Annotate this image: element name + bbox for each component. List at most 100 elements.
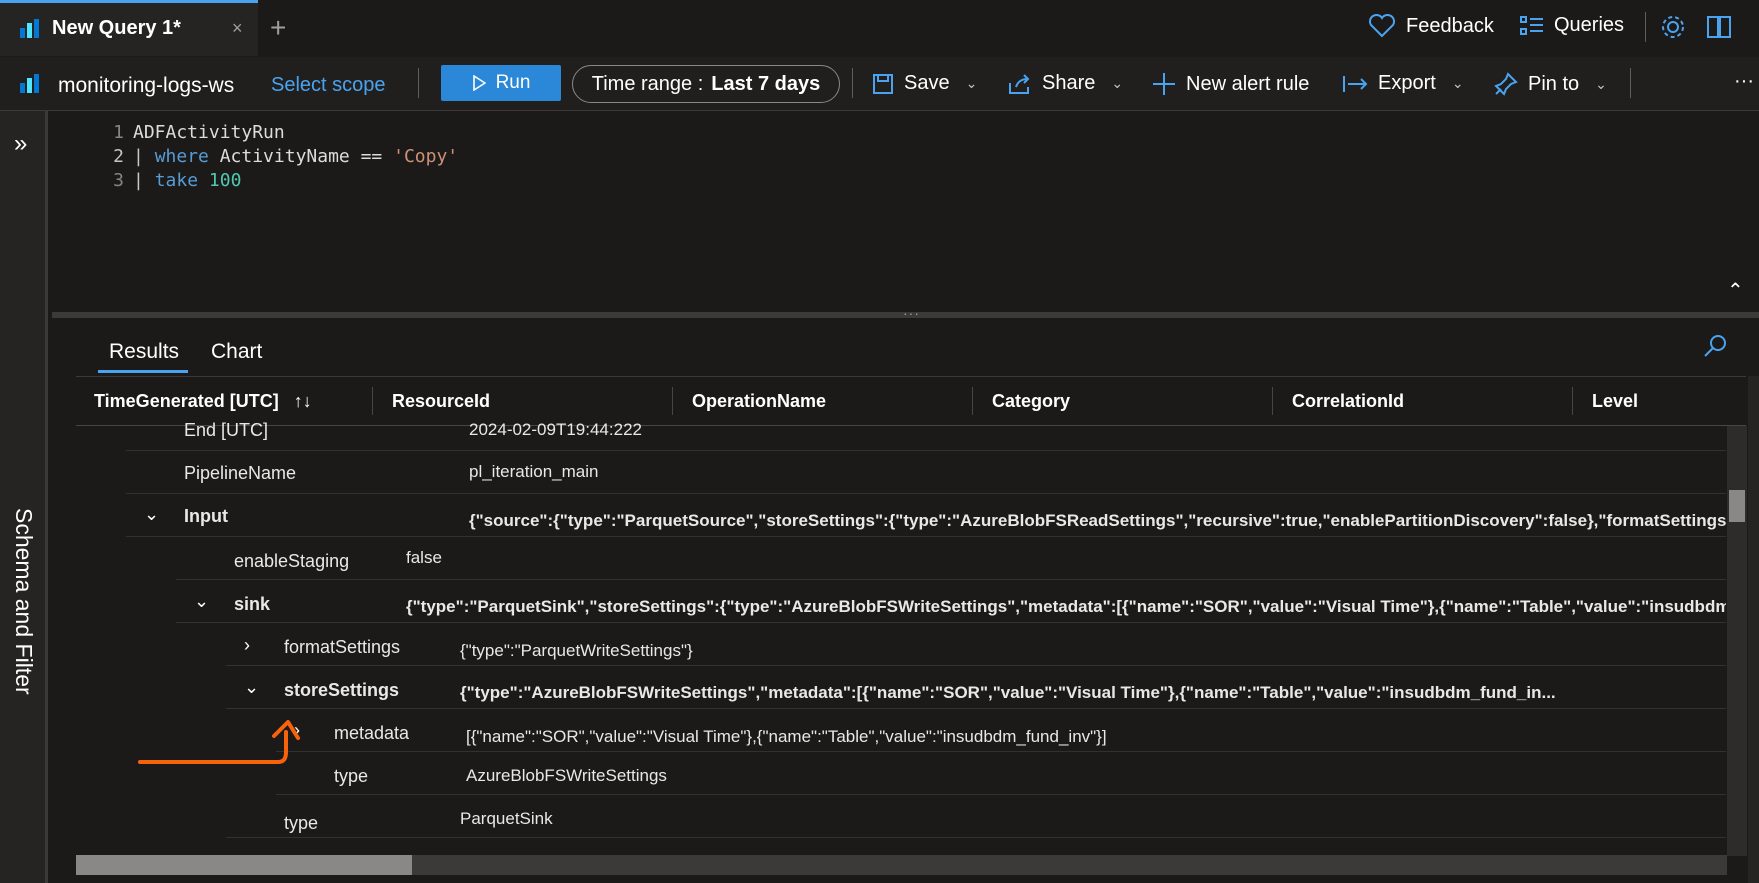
chevron-down-icon: ⌄ xyxy=(1111,75,1124,91)
field-value: 2024-02-09T19:44:222 xyxy=(469,420,642,439)
field-value: AzureBlobFSWriteSettings xyxy=(466,766,667,785)
run-button[interactable]: Run xyxy=(441,65,561,101)
code-line-2: | where ActivityName == 'Copy' xyxy=(133,146,458,167)
column-header-resourceid[interactable]: ResourceId xyxy=(392,391,490,412)
columns-side-panel[interactable] xyxy=(1748,376,1759,883)
expand-pane-icon[interactable]: » xyxy=(14,130,27,158)
code-text: ActivityName == xyxy=(208,146,394,167)
column-header-correlationid[interactable]: CorrelationId xyxy=(1292,391,1404,412)
annotation-arrow xyxy=(138,720,300,764)
column-divider[interactable] xyxy=(1572,387,1573,415)
book-icon[interactable] xyxy=(1706,14,1734,40)
column-header-operationname[interactable]: OperationName xyxy=(692,391,826,412)
list-item[interactable]: ⌄ storeSettings {"type":"AzureBlobFSWrit… xyxy=(226,666,1726,709)
time-range-picker[interactable]: Time range : Last 7 days xyxy=(572,65,840,103)
field-name: Input xyxy=(184,506,228,526)
divider xyxy=(418,68,419,98)
column-divider[interactable] xyxy=(1272,387,1273,415)
tab-title: New Query 1* xyxy=(52,17,181,39)
collapse-editor-icon[interactable]: ⌃ xyxy=(1727,278,1744,303)
pipe: | xyxy=(133,146,144,167)
time-range-value: Last 7 days xyxy=(711,72,821,95)
schema-filter-label[interactable]: Schema and Filter xyxy=(10,508,37,695)
chevron-down-icon: ⌄ xyxy=(1595,75,1607,92)
tab-chart[interactable]: Chart xyxy=(211,340,262,364)
add-tab-icon[interactable]: + xyxy=(270,12,286,44)
field-name: storeSettings xyxy=(284,680,400,700)
tab-results[interactable]: Results xyxy=(109,340,179,364)
field-name: metadata xyxy=(334,723,410,743)
sort-icon[interactable]: ↑↓ xyxy=(294,391,312,411)
pin-to-button[interactable]: Pin to ⌄ xyxy=(1494,72,1607,96)
list-item[interactable]: ⌄ Input {"source":{"type":"ParquetSource… xyxy=(126,494,1726,537)
vertical-scrollbar-thumb[interactable] xyxy=(1729,490,1745,522)
share-label: Share xyxy=(1042,72,1096,94)
number-literal: 100 xyxy=(208,170,242,191)
close-tab-icon[interactable]: × xyxy=(232,18,243,39)
list-item[interactable]: › formatSettings {"type":"ParquetWriteSe… xyxy=(226,623,1726,666)
chevron-down-icon[interactable]: ⌄ xyxy=(194,591,209,612)
field-name: End [UTC] xyxy=(184,420,269,440)
list-item: PipelineName pl_iteration_main xyxy=(126,451,1726,494)
field-value: ParquetSink xyxy=(460,809,553,828)
pin-to-label: Pin to xyxy=(1528,72,1580,95)
field-value: {"type":"ParquetWriteSettings"} xyxy=(460,641,693,660)
column-divider[interactable] xyxy=(672,387,673,415)
plus-icon xyxy=(1153,73,1175,95)
query-editor[interactable]: 1 2 3 ADFActivityRun | where ActivityNam… xyxy=(52,111,1759,314)
play-icon xyxy=(472,75,486,91)
share-icon xyxy=(1009,73,1030,94)
keyword: take xyxy=(154,170,199,191)
field-value: false xyxy=(406,548,442,567)
column-divider[interactable] xyxy=(972,387,973,415)
string-literal: 'Copy' xyxy=(393,146,459,167)
export-label: Export xyxy=(1378,72,1436,94)
feedback-link[interactable]: Feedback xyxy=(1368,14,1494,38)
column-header-level[interactable]: Level xyxy=(1592,391,1638,412)
line-number: 3 xyxy=(113,170,124,191)
share-button[interactable]: Share ⌄ xyxy=(1008,72,1123,95)
chevron-down-icon[interactable]: ⌄ xyxy=(144,504,159,525)
horizontal-scrollbar-thumb[interactable] xyxy=(76,855,412,875)
list-item[interactable]: ⌄ sink {"type":"ParquetSink","storeSetti… xyxy=(176,580,1726,623)
line-number: 2 xyxy=(113,146,124,167)
pipe: | xyxy=(133,170,144,191)
heart-icon xyxy=(1368,14,1396,38)
list-item: enableStaging false xyxy=(176,537,1726,580)
field-name: formatSettings xyxy=(284,637,401,657)
column-header-timegenerated[interactable]: TimeGenerated [UTC] ↑↓ xyxy=(94,391,312,412)
queries-link[interactable]: Queries xyxy=(1520,14,1624,37)
column-header-category[interactable]: Category xyxy=(992,391,1070,412)
new-alert-rule-button[interactable]: New alert rule xyxy=(1152,72,1309,96)
search-icon[interactable] xyxy=(1703,333,1729,359)
log-analytics-icon xyxy=(20,19,39,38)
field-value: {"type":"AzureBlobFSWriteSettings","meta… xyxy=(460,683,1556,702)
field-name: type xyxy=(284,813,319,833)
pin-icon xyxy=(1494,72,1518,96)
time-range-label: Time range : xyxy=(591,72,704,95)
chevron-right-icon[interactable]: › xyxy=(244,635,250,656)
code-line-1: ADFActivityRun xyxy=(133,122,285,143)
chevron-down-icon[interactable]: ⌄ xyxy=(244,677,259,698)
divider xyxy=(852,68,853,98)
active-tab-indicator xyxy=(98,370,188,373)
keyword: where xyxy=(154,146,209,167)
divider xyxy=(1630,68,1631,98)
more-options-icon[interactable]: ··· xyxy=(1734,70,1754,93)
save-button[interactable]: Save ⌄ xyxy=(872,72,977,95)
splitter-handle[interactable]: ··· xyxy=(903,305,920,321)
gear-icon[interactable] xyxy=(1660,14,1686,40)
field-value: [{"name":"SOR","value":"Visual Time"},{"… xyxy=(466,727,1107,746)
field-value: {"type":"ParquetSink","storeSettings":{"… xyxy=(406,597,1726,616)
list-item: type AzureBlobFSWriteSettings xyxy=(276,752,1726,795)
list-item[interactable]: › metadata [{"name":"SOR","value":"Visua… xyxy=(276,709,1726,752)
select-scope-link[interactable]: Select scope xyxy=(271,74,386,97)
export-button[interactable]: Export ⌄ xyxy=(1342,72,1464,95)
column-divider[interactable] xyxy=(372,387,373,415)
column-label: TimeGenerated [UTC] xyxy=(94,391,279,411)
export-icon xyxy=(1343,75,1368,92)
tab-bar xyxy=(0,0,1759,58)
chevron-down-icon: ⌄ xyxy=(965,75,978,91)
run-label: Run xyxy=(495,72,531,93)
field-name: type xyxy=(334,766,369,786)
